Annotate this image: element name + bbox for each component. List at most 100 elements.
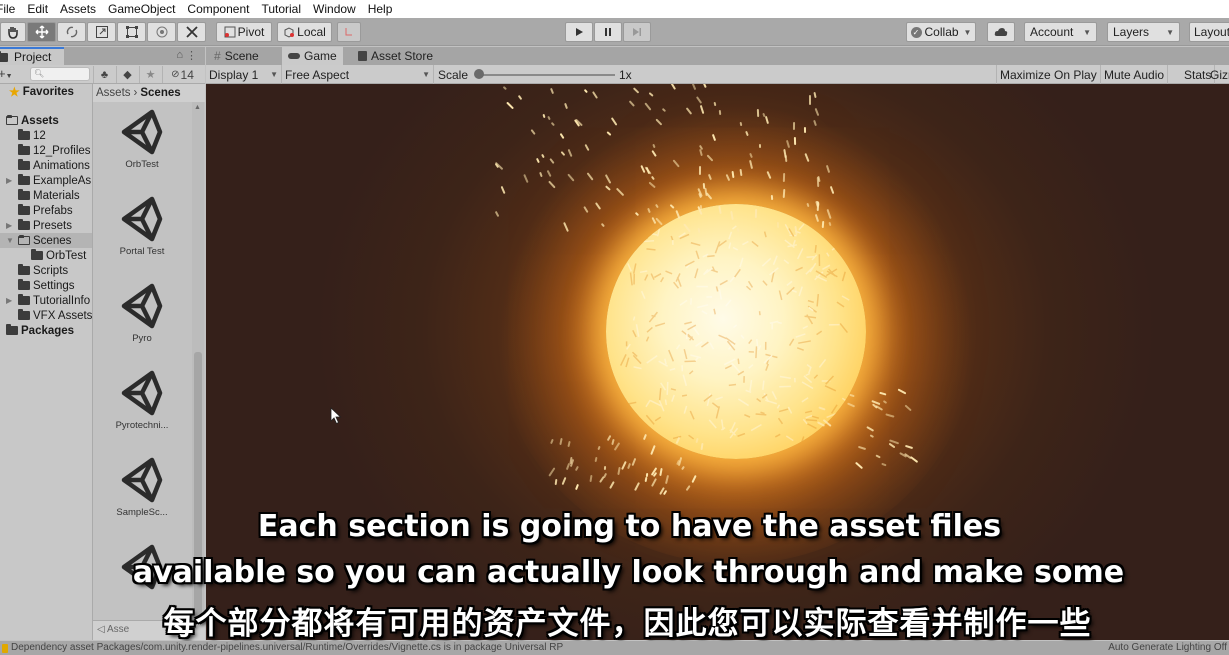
menu-edit[interactable]: Edit [21,0,54,18]
tree-item-packages[interactable]: Packages [0,323,92,338]
cloud-button[interactable] [987,22,1015,42]
tab-project[interactable]: Project [0,47,64,65]
unity-scene-icon [121,196,163,242]
spark-particle [699,205,703,210]
layers-label: Layers [1113,25,1150,39]
asset-grid-scrollbar[interactable]: ▲ [192,102,204,632]
tree-item-scenes[interactable]: ▼ Scenes [0,233,92,248]
expand-arrow-icon[interactable]: ▶ [6,296,18,305]
maximize-label: Maximize On Play [1000,67,1097,82]
asset-scene-pyrotechnics[interactable]: Pyrotechni... [93,369,191,456]
tree-item-12[interactable]: 12 [0,128,92,143]
tree-item-orbtest[interactable]: OrbTest [0,248,92,263]
scale-tool-button[interactable] [87,22,116,42]
hidden-count: 14 [180,67,194,82]
tree-item-settings[interactable]: Settings [0,278,92,293]
tree-item-tutorialinfo[interactable]: ▶ TutorialInfo [0,293,92,308]
tree-item-12-profiles[interactable]: 12_Profiles [0,143,92,158]
orb-texture-streak [718,334,727,340]
pause-button[interactable] [594,22,622,42]
menu-component[interactable]: Component [181,0,255,18]
aspect-dropdown[interactable]: Free Aspect ▼ [282,65,434,84]
tree-item-prefabs[interactable]: Prefabs [0,203,92,218]
lock-icon[interactable]: ⌂ [176,49,183,61]
scale-slider-handle[interactable] [474,69,484,79]
tree-item-assets[interactable]: Assets [0,113,92,128]
expand-arrow-icon[interactable]: ▶ [6,221,18,230]
more-options-icon[interactable]: ⋮ [186,49,197,62]
local-toggle[interactable]: Local [277,22,332,42]
search-by-type-button[interactable]: ♣ [93,66,115,83]
orb-texture-streak [688,370,694,375]
tab-asset-store[interactable]: Asset Store [352,47,439,65]
step-button[interactable] [623,22,651,42]
orb-texture-streak [664,358,667,365]
project-search-input[interactable]: 🔍︎ [30,67,90,81]
orb-texture-streak [653,273,662,279]
play-button[interactable] [565,22,593,42]
search-by-label-button[interactable]: ◆ [116,66,138,83]
layers-dropdown[interactable]: Layers ▼ [1107,22,1180,42]
orb-texture-streak [771,391,778,400]
tree-item-favorites[interactable]: ★ Favorites [0,84,92,99]
pivot-toggle[interactable]: Pivot [216,22,272,42]
tree-item-label: OrbTest [46,249,87,262]
tab-game[interactable]: Game [282,47,343,65]
orb-texture-streak [670,235,674,241]
display-dropdown[interactable]: Display 1 ▼ [206,65,282,84]
gizmos-toggle[interactable]: Gizmos [1207,65,1229,84]
breadcrumb-scenes[interactable]: Scenes [140,87,180,99]
favorites-filter-button[interactable]: ★ [139,66,161,83]
hidden-packages-toggle[interactable]: ⊘ 14 [162,66,202,83]
hand-tool-button[interactable] [0,22,26,42]
breadcrumb-assets[interactable]: Assets [96,87,131,99]
orb-texture-streak [798,223,805,231]
tree-item-animations[interactable]: Animations [0,158,92,173]
tree-item-materials[interactable]: Materials [0,188,92,203]
status-message[interactable]: Dependency asset Packages/com.unity.rend… [11,641,563,655]
account-dropdown[interactable]: Account ▼ [1024,22,1097,42]
snap-button[interactable] [337,22,361,42]
menu-assets[interactable]: Assets [54,0,102,18]
scale-value: 1x [616,65,635,84]
asset-scene-portal-test[interactable]: Portal Test [93,195,191,282]
asset-scene-pyro[interactable]: Pyro [93,282,191,369]
collab-dropdown[interactable]: ✓ Collab ▼ [906,22,976,42]
maximize-on-play-toggle[interactable]: Maximize On Play [996,65,1101,84]
orb-texture-streak [807,423,817,430]
transform-tool-button[interactable] [147,22,176,42]
menu-file[interactable]: File [0,0,21,18]
account-label: Account [1030,25,1074,39]
scroll-up-icon[interactable]: ▲ [194,104,201,111]
orb-texture-streak [806,255,815,259]
create-button[interactable]: +▼ [0,66,13,81]
layout-dropdown[interactable]: Layout [1189,22,1229,42]
menu-tutorial[interactable]: Tutorial [255,0,307,18]
orb-texture-streak [648,311,659,323]
mute-audio-toggle[interactable]: Mute Audio [1101,65,1169,84]
collapse-arrow-icon[interactable]: ▼ [6,236,18,245]
expand-arrow-icon[interactable]: ▶ [6,176,18,185]
custom-tool-button[interactable] [177,22,206,42]
orb-texture-streak [728,242,732,249]
orb-texture-streak [646,355,658,364]
move-tool-button[interactable] [27,22,56,42]
menu-window[interactable]: Window [307,0,362,18]
rect-tool-button[interactable] [117,22,146,42]
spark-particle [502,85,508,91]
menu-help[interactable]: Help [362,0,399,18]
orb-texture-streak [787,406,793,414]
menu-gameobject[interactable]: GameObject [102,0,181,18]
tree-item-scripts[interactable]: Scripts [0,263,92,278]
scale-slider-track[interactable] [480,74,615,76]
tab-scene[interactable]: # Scene [208,47,265,65]
auto-generate-lighting-status[interactable]: Auto Generate Lighting Off [1108,641,1227,655]
tree-item-presets[interactable]: ▶ Presets [0,218,92,233]
orb-texture-streak [695,341,703,347]
rotate-tool-button[interactable] [57,22,86,42]
orb-texture-streak [701,341,709,348]
spark-particle [813,91,817,98]
asset-scene-orbtest[interactable]: OrbTest [93,108,191,195]
tree-item-exampleassets[interactable]: ▶ ExampleAs [0,173,92,188]
tree-item-vfx-assets[interactable]: VFX Assets [0,308,92,323]
